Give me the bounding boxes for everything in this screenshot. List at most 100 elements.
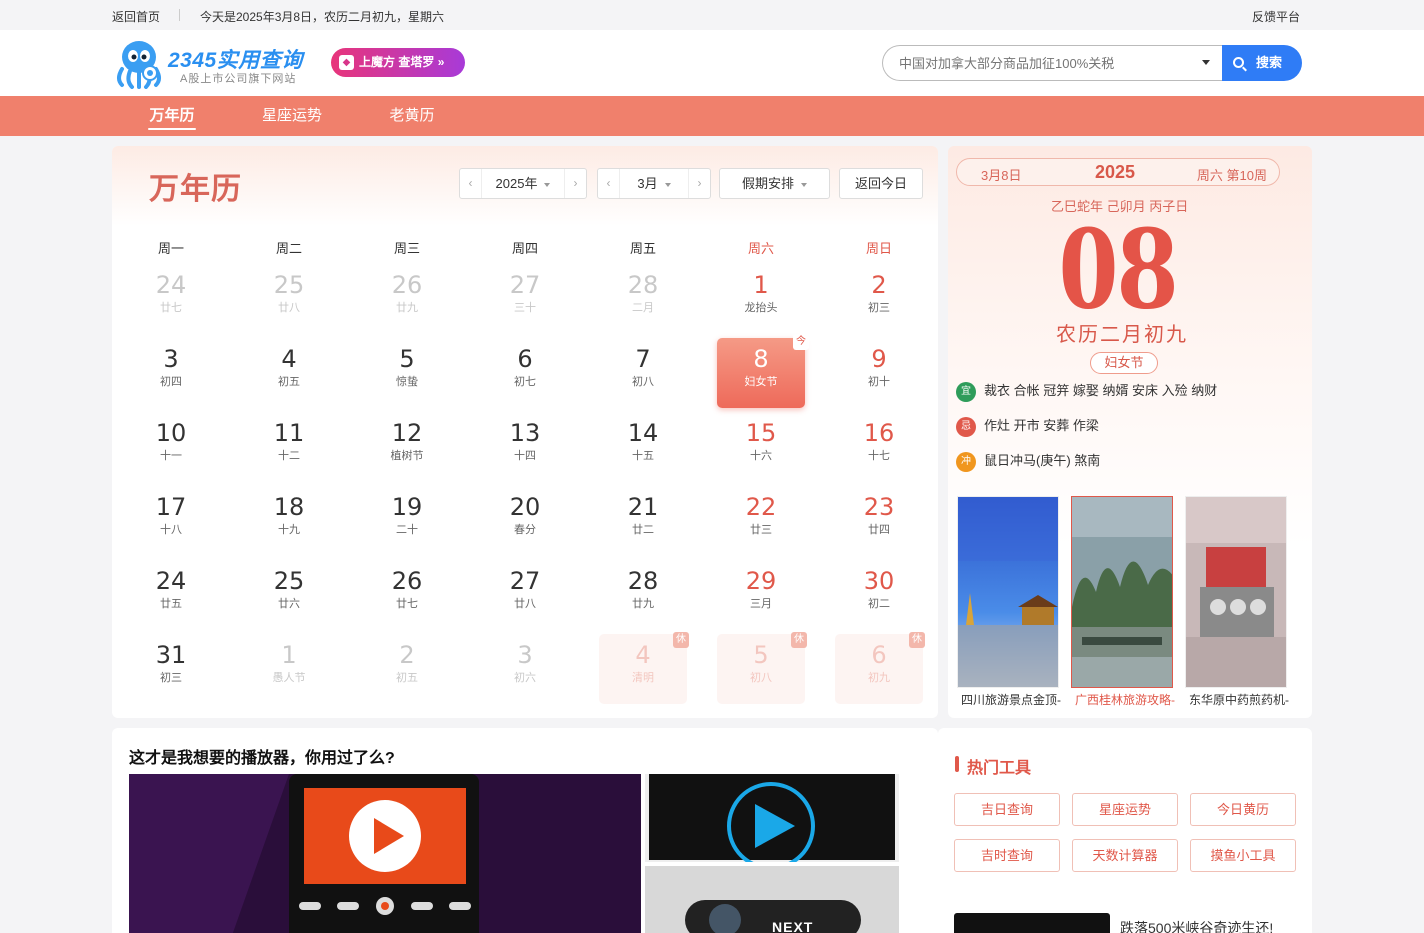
thumbnail-sichuan[interactable] <box>957 496 1059 688</box>
calendar-day[interactable]: 27 三十 <box>481 264 569 334</box>
calendar-day[interactable]: 16 十七 <box>835 412 923 482</box>
logo-subtitle: A股上市公司旗下网站 <box>180 73 297 85</box>
calendar-day[interactable]: 29 三月 <box>717 560 805 630</box>
calendar-day[interactable]: 2 初三 <box>835 264 923 334</box>
nav-tab-horoscope[interactable]: 星座运势 <box>256 96 328 136</box>
lunar-label: 廿九 <box>632 598 654 610</box>
hot-tools-title: 热门工具 <box>955 754 1031 778</box>
today-text: 今天是2025年3月8日，农历二月初九，星期六 <box>200 10 445 24</box>
calendar-day[interactable]: 25 廿六 <box>245 560 333 630</box>
lunar-label: 二月 <box>632 302 654 314</box>
search-input[interactable] <box>899 46 1189 80</box>
calendar-day[interactable]: 22 廿三 <box>717 486 805 556</box>
ji-row: 忌作灶 开市 安葬 作梁 <box>956 415 1099 437</box>
next-month-icon[interactable]: › <box>688 169 710 198</box>
month-select-value[interactable]: 3月 <box>620 169 688 198</box>
chong-icon: 冲 <box>956 451 976 472</box>
tool-day-calculator[interactable]: 天数计算器 <box>1072 839 1178 872</box>
back-today-button[interactable]: 返回今日 <box>839 168 923 199</box>
calendar-day[interactable]: 12 植树节 <box>363 412 451 482</box>
lunar-label: 廿八 <box>514 598 536 610</box>
thumbnail-caption[interactable]: 四川旅游景点金顶- <box>961 691 1069 708</box>
lunar-date: 农历二月初九 <box>1056 322 1188 346</box>
calendar-day[interactable]: 31 初三 <box>127 634 215 704</box>
calendar-day[interactable]: 1 愚人节 <box>245 634 333 704</box>
calendar-day[interactable]: 2 初五 <box>363 634 451 704</box>
prev-month-icon[interactable]: ‹ <box>598 169 620 198</box>
year-select-value[interactable]: 2025年 <box>482 169 564 198</box>
octopus-logo-icon[interactable] <box>112 37 166 89</box>
calendar-day[interactable]: 13 十四 <box>481 412 569 482</box>
calendar-day[interactable]: 19 二十 <box>363 486 451 556</box>
calendar-day[interactable]: 5 初八休 <box>717 632 807 704</box>
landscape-image-icon <box>1072 497 1172 687</box>
play-button-image-icon[interactable] <box>645 774 899 862</box>
thumbnail-medicine-machine[interactable] <box>1185 496 1287 688</box>
calendar-day[interactable]: 30 初二 <box>835 560 923 630</box>
calendar-day[interactable]: 23 廿四 <box>835 486 923 556</box>
calendar-day[interactable]: 3 初六 <box>481 634 569 704</box>
nav-tab-almanac[interactable]: 老黄历 <box>376 96 448 136</box>
calendar-day[interactable]: 21 廿二 <box>599 486 687 556</box>
day-number: 11 <box>273 419 305 447</box>
calendar-day[interactable]: 25 廿八 <box>245 264 333 334</box>
search-button[interactable]: 搜索 <box>1222 45 1302 81</box>
news-thumbnail[interactable] <box>954 913 1110 933</box>
calendar-day[interactable]: 6 初七 <box>481 338 569 408</box>
calendar-day[interactable]: 4 清明休 <box>599 632 689 704</box>
calendar-day[interactable]: 11 十二 <box>245 412 333 482</box>
calendar-day[interactable]: 20 春分 <box>481 486 569 556</box>
calendar-day[interactable]: 9 初十 <box>835 338 923 408</box>
year-value: 2025年 <box>495 176 538 191</box>
caret-down-icon[interactable] <box>1202 60 1210 65</box>
lunar-label: 廿二 <box>632 524 654 536</box>
news-headline[interactable]: 跌落500米峡谷奇迹生还! <box>1120 918 1273 933</box>
day-number: 1 <box>753 271 769 299</box>
lunar-label: 植树节 <box>390 450 424 462</box>
back-home-link[interactable]: 返回首页 <box>112 8 160 25</box>
calendar-day[interactable]: 24 廿七 <box>127 264 215 334</box>
lunar-label: 初十 <box>868 376 890 388</box>
next-year-icon[interactable]: › <box>564 169 586 198</box>
calendar-day[interactable]: 7 初八 <box>599 338 687 408</box>
thumbnail-caption[interactable]: 东华原中药煎药机- <box>1189 691 1297 708</box>
calendar-day[interactable]: 5 惊蛰 <box>363 338 451 408</box>
calendar-day[interactable]: 27 廿八 <box>481 560 569 630</box>
nav-tab-calendar[interactable]: 万年历 <box>136 96 208 136</box>
ad-title[interactable]: 这才是我想要的播放器，你用过了么? <box>129 744 395 768</box>
video-player-image-icon[interactable] <box>129 774 641 933</box>
promo-button[interactable]: ◆ 上魔方 查塔罗 » <box>331 48 465 77</box>
calendar-day[interactable]: 10 十一 <box>127 412 215 482</box>
day-number: 29 <box>745 567 777 595</box>
thumbnail-guilin[interactable] <box>1071 496 1173 688</box>
calendar-day[interactable]: 4 初五 <box>245 338 333 408</box>
calendar-day[interactable]: 26 廿七 <box>363 560 451 630</box>
calendar-day[interactable]: 17 十八 <box>127 486 215 556</box>
day-number: 18 <box>273 493 305 521</box>
calendar-day[interactable]: 26 廿九 <box>363 264 451 334</box>
chong-text: 鼠日冲马(庚午) 煞南 <box>984 453 1101 468</box>
lunar-label: 十八 <box>160 524 182 536</box>
calendar-day[interactable]: 28 廿九 <box>599 560 687 630</box>
lunar-label: 十四 <box>514 450 536 462</box>
feedback-link[interactable]: 反馈平台 <box>1252 8 1300 25</box>
tool-horoscope[interactable]: 星座运势 <box>1072 793 1178 826</box>
calendar-day[interactable]: 18 十九 <box>245 486 333 556</box>
tool-slacking[interactable]: 摸鱼小工具 <box>1190 839 1296 872</box>
calendar-day[interactable]: 14 十五 <box>599 412 687 482</box>
machine-image-icon <box>1186 497 1286 687</box>
prev-year-icon[interactable]: ‹ <box>460 169 482 198</box>
tool-today-almanac[interactable]: 今日黄历 <box>1190 793 1296 826</box>
tool-auspicious-day[interactable]: 吉日查询 <box>954 793 1060 826</box>
holiday-select[interactable]: 假期安排 <box>719 168 830 199</box>
calendar-day[interactable]: 15 十六 <box>717 412 805 482</box>
calendar-day[interactable]: 1 龙抬头 <box>717 264 805 334</box>
calendar-day[interactable]: 24 廿五 <box>127 560 215 630</box>
day-number: 14 <box>627 419 659 447</box>
calendar-day[interactable]: 28 二月 <box>599 264 687 334</box>
calendar-day[interactable]: 6 初九休 <box>835 632 925 704</box>
thumbnail-caption[interactable]: 广西桂林旅游攻略- <box>1075 691 1183 708</box>
calendar-day[interactable]: 3 初四 <box>127 338 215 408</box>
tool-auspicious-hour[interactable]: 吉时查询 <box>954 839 1060 872</box>
calendar-day-today[interactable]: 8 妇女节 今 <box>717 334 809 408</box>
